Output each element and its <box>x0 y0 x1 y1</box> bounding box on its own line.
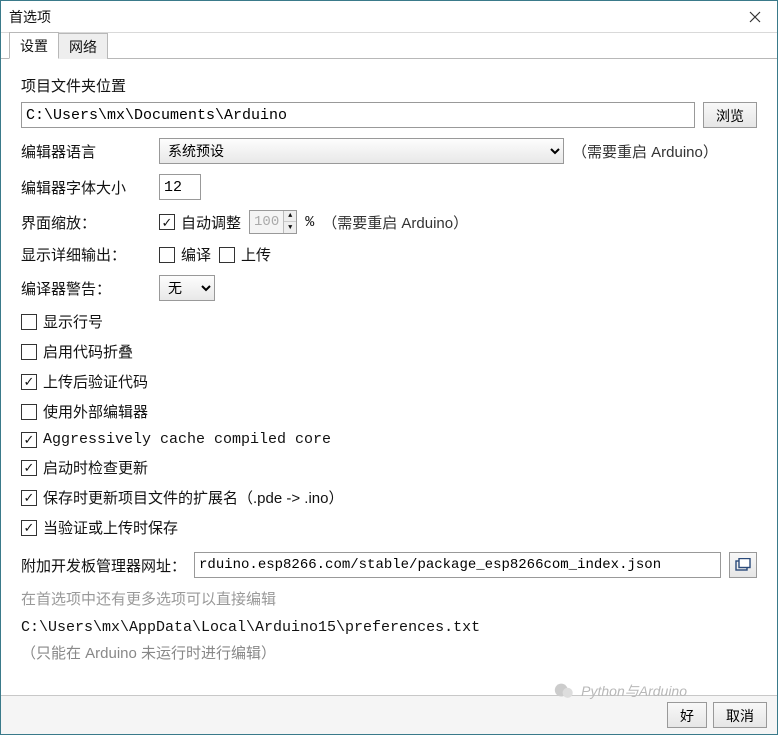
option-checkbox-0[interactable]: 显示行号 <box>21 311 757 332</box>
uiscale-value: 100 <box>250 214 283 230</box>
boards-url-input[interactable] <box>194 552 721 578</box>
option-checkbox-7[interactable]: 当验证或上传时保存 <box>21 517 757 538</box>
spinner-controls: ▲ ▼ <box>283 211 296 233</box>
settings-panel: 项目文件夹位置 浏览 编辑器语言 系统预设 （需要重启 Arduino） 编辑器… <box>1 59 777 695</box>
prefs-edit-note: （只能在 Arduino 未运行时进行编辑） <box>21 642 757 663</box>
boards-url-label: 附加开发板管理器网址： <box>21 555 186 576</box>
boards-url-edit-button[interactable] <box>729 552 757 578</box>
option-checkbox-3[interactable]: 使用外部编辑器 <box>21 401 757 422</box>
language-restart-note: （需要重启 Arduino） <box>572 141 718 162</box>
ok-button[interactable]: 好 <box>667 702 707 728</box>
verbose-upload-label: 上传 <box>241 244 271 265</box>
option-label: 保存时更新项目文件的扩展名（.pde -> .ino） <box>43 487 343 508</box>
checkbox-icon <box>159 247 175 263</box>
tab-settings[interactable]: 设置 <box>9 32 59 59</box>
warnings-select[interactable]: 无 <box>159 275 215 301</box>
more-prefs-hint: 在首选项中还有更多选项可以直接编辑 <box>21 588 757 609</box>
uiscale-pct: % <box>305 214 314 231</box>
option-label: 启动时检查更新 <box>43 457 148 478</box>
close-button[interactable] <box>733 1 777 33</box>
verbose-compile-checkbox[interactable]: 编译 <box>159 244 211 265</box>
window-title: 首选项 <box>9 7 733 27</box>
uiscale-label: 界面缩放： <box>21 212 151 233</box>
browse-button[interactable]: 浏览 <box>703 102 757 128</box>
spinner-up-icon[interactable]: ▲ <box>284 211 296 222</box>
checkbox-icon <box>21 490 37 506</box>
option-label: 当验证或上传时保存 <box>43 517 178 538</box>
option-checkbox-4[interactable]: Aggressively cache compiled core <box>21 431 757 448</box>
uiscale-auto-checkbox[interactable]: 自动调整 <box>159 212 241 233</box>
cancel-button[interactable]: 取消 <box>713 702 767 728</box>
fontsize-input[interactable] <box>159 174 201 200</box>
uiscale-restart-note: （需要重启 Arduino） <box>322 212 468 233</box>
spinner-down-icon[interactable]: ▼ <box>284 222 296 233</box>
verbose-compile-label: 编译 <box>181 244 211 265</box>
checkbox-icon <box>21 344 37 360</box>
option-label: 使用外部编辑器 <box>43 401 148 422</box>
option-checkbox-5[interactable]: 启动时检查更新 <box>21 457 757 478</box>
tabstrip: 设置 网络 <box>1 33 777 59</box>
option-label: 上传后验证代码 <box>43 371 148 392</box>
verbose-label: 显示详细输出： <box>21 244 151 265</box>
preferences-window: 首选项 设置 网络 项目文件夹位置 浏览 编辑器语言 系统预设 （需要重启 Ar… <box>0 0 778 735</box>
option-checkbox-1[interactable]: 启用代码折叠 <box>21 341 757 362</box>
titlebar: 首选项 <box>1 1 777 33</box>
checkbox-icon <box>21 432 37 448</box>
sketchbook-label: 项目文件夹位置 <box>21 75 757 96</box>
checkbox-icon <box>21 314 37 330</box>
checkbox-icon <box>21 520 37 536</box>
option-checkbox-2[interactable]: 上传后验证代码 <box>21 371 757 392</box>
window-icon <box>735 558 751 572</box>
uiscale-spinner[interactable]: 100 ▲ ▼ <box>249 210 297 234</box>
warnings-label: 编译器警告： <box>21 278 151 299</box>
checkbox-icon <box>159 214 175 230</box>
fontsize-label: 编辑器字体大小 <box>21 177 151 198</box>
options-list: 显示行号启用代码折叠上传后验证代码使用外部编辑器 Aggressively cac… <box>21 311 757 538</box>
sketchbook-path-input[interactable] <box>21 102 695 128</box>
dialog-footer: 好 取消 <box>1 695 777 734</box>
close-icon <box>749 11 761 23</box>
checkbox-icon <box>21 374 37 390</box>
option-label: Aggressively cache compiled core <box>43 431 331 448</box>
checkbox-icon <box>219 247 235 263</box>
option-label: 启用代码折叠 <box>43 341 133 362</box>
uiscale-auto-label: 自动调整 <box>181 212 241 233</box>
checkbox-icon <box>21 460 37 476</box>
option-checkbox-6[interactable]: 保存时更新项目文件的扩展名（.pde -> .ino） <box>21 487 757 508</box>
language-label: 编辑器语言 <box>21 141 151 162</box>
tab-network[interactable]: 网络 <box>58 33 108 59</box>
verbose-upload-checkbox[interactable]: 上传 <box>219 244 271 265</box>
checkbox-icon <box>21 404 37 420</box>
language-select[interactable]: 系统预设 <box>159 138 564 164</box>
option-label: 显示行号 <box>43 311 103 332</box>
prefs-file-path: C:\Users\mx\AppData\Local\Arduino15\pref… <box>21 619 757 636</box>
